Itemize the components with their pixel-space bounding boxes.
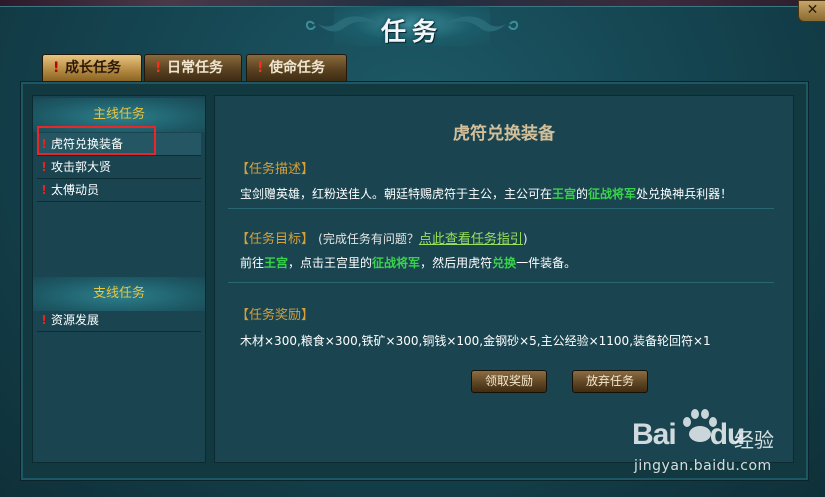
divider — [228, 282, 774, 283]
quest-title: 虎符兑换装备 — [453, 124, 555, 144]
baidu-watermark-url: jingyan.baidu.com — [634, 458, 772, 474]
description-label: 【任务描述】 — [236, 162, 315, 177]
tab-daily-quests[interactable]: ! 日常任务 — [144, 54, 242, 81]
alert-icon: ! — [155, 60, 162, 76]
quest-item-label: 太傅动员 — [51, 183, 100, 197]
quest-alert-icon: ! — [41, 313, 47, 327]
side-quest-header: 支线任务 — [33, 277, 205, 311]
reward-text: 木材×300,粮食×300,铁矿×300,铜钱×100,金钢砂×5,主公经验×1… — [240, 334, 711, 348]
quest-item-taifu[interactable]: ! 太傅动员 — [37, 179, 201, 202]
baidu-watermark: Bai du — [632, 418, 745, 451]
quest-alert-icon: ! — [41, 137, 47, 151]
tab-label: 日常任务 — [167, 60, 223, 76]
quest-list-panel: 主线任务 ! 虎符兑换装备 ! 攻击郭大贤 ! 太傅动员 支线任务 ! 资源发展 — [32, 95, 206, 463]
objective-text: 前往王宫，点击王宫里的征战将军，然后用虎符兑换一件装备。 — [240, 256, 577, 270]
close-button[interactable]: ✕ — [798, 0, 825, 22]
quest-item-label: 虎符兑换装备 — [51, 137, 124, 151]
baidu-watermark-cn: 经验 — [734, 428, 774, 452]
tab-mission-quests[interactable]: ! 使命任务 — [246, 54, 347, 81]
alert-icon: ! — [257, 60, 264, 76]
quest-alert-icon: ! — [41, 183, 47, 197]
quest-item-tiger-tally[interactable]: ! 虎符兑换装备 — [37, 133, 201, 156]
reward-label: 【任务奖励】 — [236, 308, 315, 323]
quest-guide-link[interactable]: 点此查看任务指引 — [419, 232, 523, 247]
abandon-quest-button[interactable]: 放弃任务 — [572, 370, 648, 393]
quest-alert-icon: ! — [41, 160, 47, 174]
description-text: 宝剑赠英雄，红粉送佳人。朝廷特赐虎符于主公，主公可在王宫的征战将军处兑换神兵利器… — [240, 187, 733, 201]
claim-reward-button[interactable]: 领取奖励 — [471, 370, 547, 393]
alert-icon: ! — [53, 60, 60, 76]
quest-item-attack-guo[interactable]: ! 攻击郭大贤 — [37, 156, 201, 179]
tab-growth-quests[interactable]: ! 成长任务 — [42, 54, 142, 81]
objective-label: 【任务目标】 (完成任务有问题？点此查看任务指引) — [236, 232, 528, 247]
quest-item-label: 资源发展 — [51, 313, 100, 327]
tab-label: 使命任务 — [269, 60, 325, 76]
tab-label: 成长任务 — [65, 60, 121, 76]
quest-item-resources[interactable]: ! 资源发展 — [37, 309, 201, 332]
window-title: 任务 — [380, 17, 443, 46]
divider — [228, 208, 774, 209]
main-quest-header: 主线任务 — [33, 98, 205, 132]
quest-item-label: 攻击郭大贤 — [51, 160, 112, 174]
